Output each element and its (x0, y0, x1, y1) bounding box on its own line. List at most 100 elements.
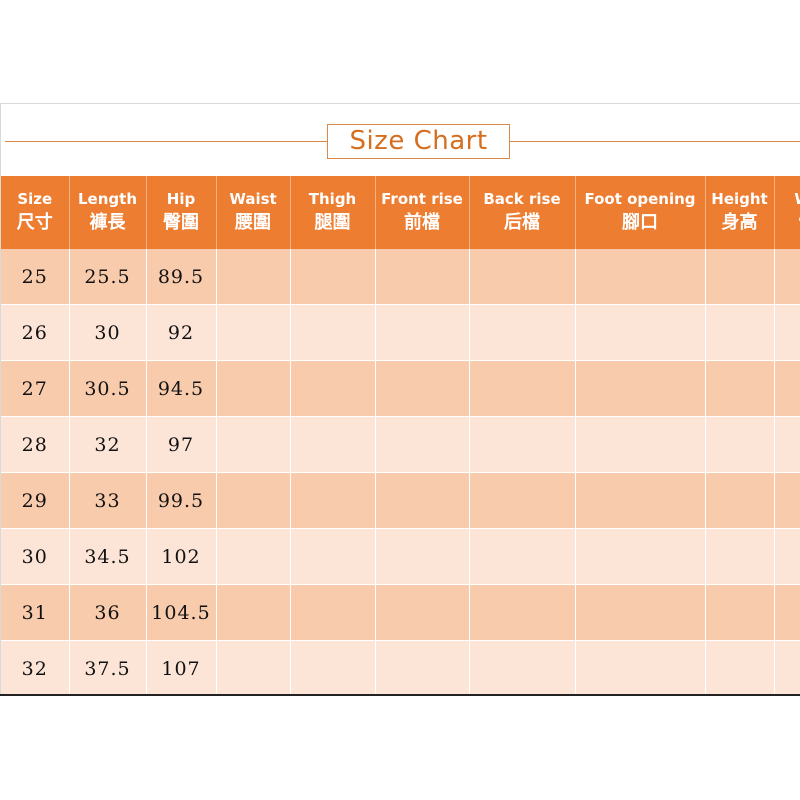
table-cell: 25.5 (69, 249, 147, 305)
table-cell (290, 249, 376, 305)
table-cell (290, 416, 376, 473)
bottom-rule (0, 694, 800, 696)
table-cell (705, 249, 775, 305)
table-cell: 30 (69, 304, 147, 361)
title-rule-right (510, 141, 800, 142)
table-cell (469, 360, 576, 417)
table-cell (216, 584, 291, 641)
table-cell: 28 (1, 416, 70, 473)
table-cell: 32 (69, 416, 147, 473)
column-header: Size 尺寸 (1, 176, 70, 249)
table-cell (290, 472, 376, 529)
table-cell: 99.5 (146, 472, 217, 529)
table-cell: 27 (1, 360, 70, 417)
column-header-en: Waist (229, 189, 277, 208)
table-cell: 31 (1, 584, 70, 641)
column-header-en: We (775, 190, 800, 208)
table-cell: 33 (69, 472, 147, 529)
table-cell (705, 360, 775, 417)
table-cell (705, 416, 775, 473)
column-header-en: Hip (166, 189, 196, 208)
column-header-zh: 身高 (721, 211, 758, 233)
table-cell (575, 416, 706, 473)
table-cell (375, 528, 470, 585)
table-cell (290, 640, 376, 696)
table-cell: 29 (1, 472, 70, 529)
column-header-en: Size (17, 189, 53, 208)
table-cell (375, 360, 470, 417)
column-header: Front rise 前檔 (375, 176, 470, 249)
column-header-zh: 褲長 (89, 211, 126, 233)
table-row: 26 30 92 (1, 304, 800, 361)
table-cell: 89.5 (146, 249, 217, 305)
table-cell (774, 416, 800, 473)
title-band: Size Chart (1, 104, 800, 176)
column-header-zh: 前檔 (404, 211, 440, 233)
table-cell: 36 (69, 584, 147, 641)
column-header: Waist 腰圍 (216, 176, 291, 249)
column-header-en: Thigh (308, 189, 357, 208)
table-cell (375, 304, 470, 361)
table-cell (216, 416, 291, 473)
table-cell (469, 640, 576, 696)
table-cell (375, 584, 470, 641)
table-cell: 34.5 (69, 528, 147, 585)
column-header-zh: 腰圍 (235, 211, 271, 233)
table-cell (375, 472, 470, 529)
column-header-en: Length (78, 189, 137, 208)
table-cell (705, 584, 775, 641)
column-header: Length 褲長 (69, 176, 147, 249)
table-body: 25 25.5 89.5 26 30 92 27 30.5 94.5 28 32 97 29 33 99.5… (1, 249, 800, 696)
table-cell (705, 304, 775, 361)
table-cell: 37.5 (69, 640, 147, 696)
table-cell: 97 (146, 416, 217, 473)
size-table: Size 尺寸 Length 褲長 Hip 臀圍 Waist 腰圍 Thigh 腿圍 Front r… (1, 176, 800, 696)
table-cell (216, 640, 291, 696)
table-cell (705, 528, 775, 585)
column-header-zh: 腳口 (622, 211, 658, 233)
table-row: 30 34.5 102 (1, 528, 800, 585)
table-cell (216, 249, 291, 305)
column-header-en: Front rise (381, 189, 463, 208)
table-cell: 102 (146, 528, 217, 585)
table-cell (575, 360, 706, 417)
column-header: We 體 (774, 176, 800, 249)
column-header-en: Height (711, 189, 768, 208)
table-cell (705, 640, 775, 696)
size-chart-panel: Size Chart Size 尺寸 Length 褲長 Hip 臀圍 Waist 腰圍 Thi… (0, 103, 800, 696)
table-cell: 104.5 (146, 584, 217, 641)
table-cell (774, 640, 800, 696)
table-cell (774, 360, 800, 417)
column-header: Foot opening 腳口 (575, 176, 706, 249)
table-cell (575, 472, 706, 529)
table-cell: 92 (146, 304, 217, 361)
table-cell: 25 (1, 249, 70, 305)
title-rule-left (5, 141, 327, 142)
table-header-row: Size 尺寸 Length 褲長 Hip 臀圍 Waist 腰圍 Thigh 腿圍 Front r… (1, 176, 800, 249)
table-cell (469, 472, 576, 529)
table-cell (774, 584, 800, 641)
table-cell (575, 528, 706, 585)
column-header: Height 身高 (705, 176, 775, 249)
column-header: Back rise 后檔 (469, 176, 576, 249)
table-cell (469, 304, 576, 361)
table-cell (375, 249, 470, 305)
table-row: 31 36 104.5 (1, 584, 800, 641)
table-cell (469, 249, 576, 305)
table-cell (290, 584, 376, 641)
table-cell (469, 584, 576, 641)
table-cell (774, 304, 800, 361)
table-cell: 107 (146, 640, 217, 696)
column-header-zh: 腿圍 (314, 211, 351, 233)
column-header-zh: 臀圍 (163, 211, 199, 233)
table-cell (216, 528, 291, 585)
table-cell (575, 304, 706, 361)
table-cell (469, 416, 576, 473)
table-cell (575, 249, 706, 305)
column-header-zh: 后檔 (504, 211, 540, 233)
table-cell: 30 (1, 528, 70, 585)
table-row: 27 30.5 94.5 (1, 360, 800, 417)
column-header-zh: 體 (775, 210, 800, 236)
table-cell (375, 416, 470, 473)
table-cell (290, 528, 376, 585)
